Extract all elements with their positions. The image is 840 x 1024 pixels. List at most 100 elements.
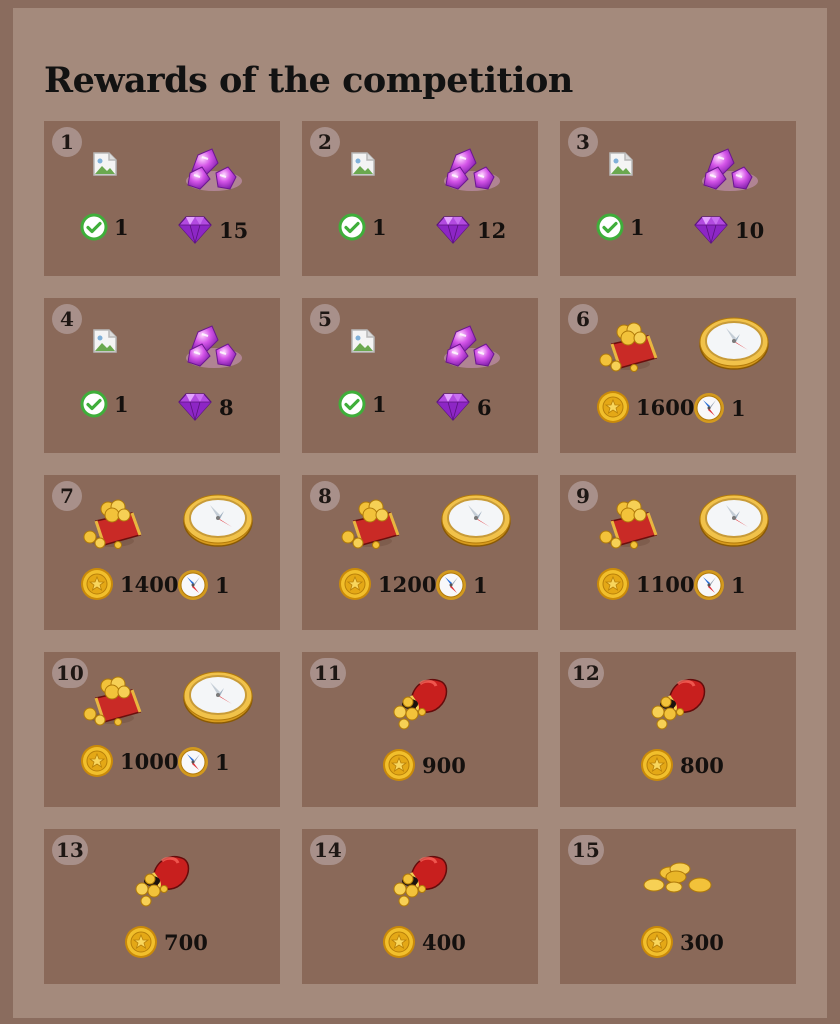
check-icon	[338, 390, 366, 418]
amount-value: 1	[630, 214, 645, 240]
amount-value: 1100	[636, 571, 695, 597]
compass-small-icon	[435, 569, 467, 601]
reward-amount: 700	[124, 925, 208, 959]
coin-bag-icon	[128, 845, 194, 915]
amount-value: 6	[477, 394, 492, 420]
rank-badge: 8	[310, 481, 340, 511]
amount-value: 1	[215, 572, 230, 598]
treasure-chest-icon	[598, 318, 668, 380]
coin-icon	[596, 390, 630, 424]
reward-amount: 10	[693, 215, 764, 245]
diamond-icon	[177, 392, 213, 422]
amount-value: 1600	[636, 394, 695, 420]
reward-amount: 1400	[80, 567, 178, 601]
reward-amount: 1100	[596, 567, 694, 601]
compass-icon	[180, 668, 256, 732]
reward-amount: 800	[640, 748, 724, 782]
check-icon	[80, 390, 108, 418]
reward-card: 14 400	[302, 829, 538, 984]
amount-value: 1200	[378, 571, 437, 597]
reward-amount: 1	[80, 213, 129, 241]
coin-pile-icon	[642, 857, 714, 901]
gems-icon	[180, 322, 246, 376]
rank-badge: 11	[310, 658, 346, 688]
treasure-chest-icon	[598, 495, 668, 557]
coin-icon	[80, 744, 114, 778]
reward-card: 1 1 15	[44, 121, 280, 276]
reward-card: 12 800	[560, 652, 796, 807]
coin-icon	[640, 925, 674, 959]
reward-amount: 300	[640, 925, 724, 959]
coin-icon	[80, 567, 114, 601]
rank-badge: 4	[52, 304, 82, 334]
rank-badge: 13	[52, 835, 88, 865]
check-icon	[338, 213, 366, 241]
reward-amount: 1	[80, 390, 129, 418]
treasure-chest-icon	[82, 672, 152, 734]
reward-amount: 1	[338, 390, 387, 418]
amount-value: 400	[422, 929, 466, 955]
amount-value: 1	[114, 214, 129, 240]
rewards-grid: 1 1 15 2 1 12 3 1 10 4 1 8 5 1 6 6 1600 …	[44, 121, 796, 984]
reward-card: 3 1 10	[560, 121, 796, 276]
reward-amount: 1	[693, 569, 746, 601]
amount-value: 900	[422, 752, 466, 778]
reward-amount: 1	[338, 213, 387, 241]
rank-badge: 9	[568, 481, 598, 511]
check-icon	[596, 213, 624, 241]
amount-value: 1000	[120, 748, 179, 774]
treasure-chest-icon	[82, 495, 152, 557]
reward-card: 10 1000 1	[44, 652, 280, 807]
amount-value: 8	[219, 394, 234, 420]
coin-icon	[124, 925, 158, 959]
rank-badge: 2	[310, 127, 340, 157]
amount-value: 800	[680, 752, 724, 778]
compass-icon	[696, 491, 772, 555]
reward-card: 6 1600 1	[560, 298, 796, 453]
coin-icon	[382, 748, 416, 782]
amount-value: 12	[477, 217, 507, 243]
broken-image-icon	[350, 328, 376, 358]
gems-icon	[438, 322, 504, 376]
reward-amount: 12	[435, 215, 506, 245]
coin-bag-icon	[644, 668, 710, 738]
reward-amount: 1600	[596, 390, 694, 424]
compass-small-icon	[177, 746, 209, 778]
reward-amount: 1	[177, 746, 230, 778]
diamond-icon	[435, 392, 471, 422]
rank-badge: 7	[52, 481, 82, 511]
reward-amount: 6	[435, 392, 492, 422]
coin-icon	[640, 748, 674, 782]
reward-amount: 8	[177, 392, 234, 422]
diamond-icon	[693, 215, 729, 245]
reward-amount: 1	[693, 392, 746, 424]
broken-image-icon	[350, 151, 376, 181]
compass-small-icon	[693, 392, 725, 424]
compass-small-icon	[177, 569, 209, 601]
compass-icon	[696, 314, 772, 378]
rank-badge: 6	[568, 304, 598, 334]
reward-amount: 1	[435, 569, 488, 601]
reward-card: 4 1 8	[44, 298, 280, 453]
reward-amount: 1200	[338, 567, 436, 601]
treasure-chest-icon	[340, 495, 410, 557]
coin-icon	[338, 567, 372, 601]
diamond-icon	[177, 215, 213, 245]
amount-value: 1	[731, 572, 746, 598]
amount-value: 700	[164, 929, 208, 955]
rank-badge: 5	[310, 304, 340, 334]
amount-value: 1	[215, 749, 230, 775]
amount-value: 1	[372, 214, 387, 240]
broken-image-icon	[92, 151, 118, 181]
reward-card: 2 1 12	[302, 121, 538, 276]
amount-value: 1	[372, 391, 387, 417]
reward-amount: 15	[177, 215, 248, 245]
amount-value: 1400	[120, 571, 179, 597]
amount-value: 300	[680, 929, 724, 955]
rank-badge: 14	[310, 835, 346, 865]
amount-value: 10	[735, 217, 765, 243]
page-title: Rewards of the competition	[44, 60, 573, 101]
reward-amount: 1	[596, 213, 645, 241]
coin-icon	[596, 567, 630, 601]
amount-value: 1	[114, 391, 129, 417]
